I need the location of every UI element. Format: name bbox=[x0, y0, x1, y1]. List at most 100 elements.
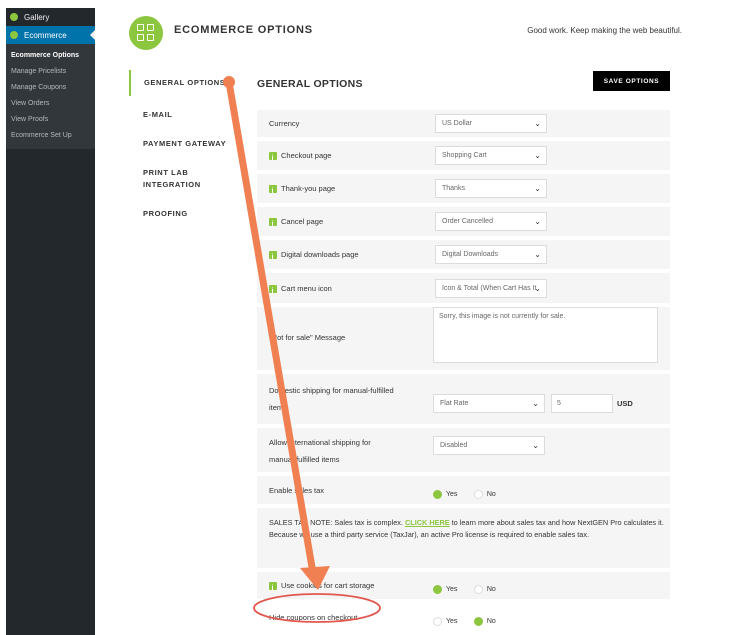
tab-print-lab[interactable]: PRINT LAB INTEGRATION bbox=[129, 167, 239, 191]
sales-tax-no-label: No bbox=[486, 491, 496, 498]
checkout-page-label: Checkout page bbox=[269, 147, 332, 168]
setting-row-cart-icon: Cart menu icon Icon & Total (When Cart H… bbox=[257, 273, 670, 305]
submenu-view-orders[interactable]: View Orders bbox=[6, 96, 95, 112]
thankyou-page-select[interactable]: Thanks ⌄ bbox=[435, 179, 547, 198]
ecommerce-icon bbox=[10, 31, 18, 39]
sales-tax-note-row: SALES TAX NOTE: Sales tax is complex. CL… bbox=[257, 508, 670, 570]
domestic-shipping-label-line1: Domestic shipping for manual-fulfilled bbox=[269, 386, 394, 395]
intl-shipping-label: Allow international shipping for manual-… bbox=[269, 434, 371, 468]
sales-tax-yes-label: Yes bbox=[446, 491, 458, 498]
info-icon[interactable] bbox=[269, 150, 277, 168]
sales-tax-label: Enable sales tax bbox=[269, 486, 325, 495]
currency-label: Currency bbox=[269, 119, 300, 128]
submenu-view-proofs[interactable]: View Proofs bbox=[6, 112, 95, 128]
info-icon[interactable] bbox=[269, 183, 277, 201]
cart-icon-select[interactable]: Icon & Total (When Cart Has It ⌄ bbox=[435, 279, 547, 298]
nextgen-logo-icon bbox=[129, 16, 163, 50]
tab-proofing[interactable]: PROOFING bbox=[129, 208, 239, 220]
checkout-page-select[interactable]: Shopping Cart ⌄ bbox=[435, 146, 547, 165]
setting-row-currency: Currency US Dollar ⌄ bbox=[257, 110, 670, 139]
chevron-down-icon: ⌄ bbox=[534, 284, 541, 293]
checkout-page-select-value: Shopping Cart bbox=[442, 152, 487, 159]
sales-tax-click-here-link[interactable]: CLICK HERE bbox=[405, 518, 450, 527]
info-icon[interactable] bbox=[269, 283, 277, 301]
hide-coupons-no-radio[interactable]: No bbox=[473, 617, 496, 626]
options-page: ECOMMERCE OPTIONS Good work. Keep making… bbox=[107, 8, 712, 635]
page-header: ECOMMERCE OPTIONS Good work. Keep making… bbox=[107, 8, 712, 58]
menu-item-ecommerce-label: Ecommerce bbox=[24, 30, 67, 40]
tab-print-lab-line1: PRINT LAB bbox=[143, 168, 189, 177]
cancel-page-label-text: Cancel page bbox=[281, 217, 324, 226]
intl-shipping-label-line1: Allow international shipping for bbox=[269, 438, 371, 447]
sales-tax-note-text-start: SALES TAX NOTE: Sales tax is complex. bbox=[269, 518, 405, 527]
setting-row-cancel-page: Cancel page Order Cancelled ⌄ bbox=[257, 207, 670, 238]
gallery-icon bbox=[10, 13, 18, 21]
menu-item-gallery-label: Gallery bbox=[24, 12, 50, 22]
submenu-manage-pricelists[interactable]: Manage Pricelists bbox=[6, 64, 95, 80]
hide-coupons-yes-radio[interactable]: Yes bbox=[433, 617, 457, 626]
menu-item-gallery[interactable]: Gallery bbox=[6, 8, 95, 26]
setting-row-sales-tax: Enable sales tax Yes No bbox=[257, 476, 670, 506]
thankyou-page-label: Thank-you page bbox=[269, 180, 336, 201]
cookies-yes-label: Yes bbox=[446, 586, 458, 593]
tab-email[interactable]: E-MAIL bbox=[129, 109, 239, 121]
info-icon[interactable] bbox=[269, 249, 277, 267]
sales-tax-note: SALES TAX NOTE: Sales tax is complex. CL… bbox=[269, 517, 664, 541]
domestic-shipping-label-line2: items bbox=[269, 403, 287, 412]
menu-item-ecommerce[interactable]: Ecommerce bbox=[6, 26, 95, 44]
sales-tax-yes-radio[interactable]: Yes bbox=[433, 490, 457, 499]
intl-shipping-select[interactable]: Disabled ⌄ bbox=[433, 436, 545, 455]
section-title: GENERAL OPTIONS bbox=[257, 78, 363, 90]
not-for-sale-textarea[interactable]: Sorry, this image is not currently for s… bbox=[433, 307, 658, 363]
cookies-no-label: No bbox=[486, 586, 496, 593]
domestic-shipping-label: Domestic shipping for manual-fulfilled i… bbox=[269, 382, 394, 416]
cookies-yes-radio[interactable]: Yes bbox=[433, 585, 457, 594]
ecommerce-submenu: Ecommerce Options Manage Pricelists Mana… bbox=[6, 44, 95, 150]
downloads-page-label-text: Digital downloads page bbox=[281, 250, 359, 259]
downloads-page-select[interactable]: Digital Downloads ⌄ bbox=[435, 245, 547, 264]
radio-selected-icon bbox=[433, 490, 442, 499]
tab-general-options[interactable]: GENERAL OPTIONS bbox=[129, 70, 239, 96]
radio-selected-icon bbox=[473, 617, 483, 626]
cancel-page-select[interactable]: Order Cancelled ⌄ bbox=[435, 212, 547, 231]
radio-selected-icon bbox=[433, 585, 442, 594]
tab-payment-gateway[interactable]: PAYMENT GATEWAY bbox=[129, 138, 239, 150]
chevron-down-icon: ⌄ bbox=[534, 119, 541, 128]
setting-row-not-for-sale: "Not for sale" Message Sorry, this image… bbox=[257, 307, 670, 372]
submenu-manage-coupons[interactable]: Manage Coupons bbox=[6, 80, 95, 96]
radio-unselected-icon bbox=[473, 490, 483, 499]
currency-select[interactable]: US Dollar ⌄ bbox=[435, 114, 547, 133]
screenshot-frame: Gallery Ecommerce Ecommerce Options Mana… bbox=[0, 0, 749, 635]
currency-select-value: US Dollar bbox=[442, 120, 472, 127]
info-icon[interactable] bbox=[269, 580, 277, 598]
setting-row-thankyou-page: Thank-you page Thanks ⌄ bbox=[257, 174, 670, 205]
domestic-shipping-amount-input[interactable]: 5 bbox=[551, 394, 613, 413]
radio-unselected-icon bbox=[433, 617, 442, 626]
save-options-button[interactable]: SAVE OPTIONS bbox=[593, 71, 670, 91]
thankyou-page-label-text: Thank-you page bbox=[281, 184, 336, 193]
sales-tax-no-radio[interactable]: No bbox=[473, 490, 496, 499]
downloads-page-label: Digital downloads page bbox=[269, 246, 359, 267]
chevron-down-icon: ⌄ bbox=[534, 184, 541, 193]
logo-square bbox=[147, 24, 154, 31]
checkout-page-label-text: Checkout page bbox=[281, 151, 332, 160]
setting-row-checkout-page: Checkout page Shopping Cart ⌄ bbox=[257, 141, 670, 172]
page-title: ECOMMERCE OPTIONS bbox=[174, 24, 313, 36]
downloads-page-select-value: Digital Downloads bbox=[442, 251, 499, 258]
cookies-no-radio[interactable]: No bbox=[473, 585, 496, 594]
chevron-down-icon: ⌄ bbox=[534, 217, 541, 226]
cookies-label: Use cookies for cart storage bbox=[269, 577, 374, 598]
hide-coupons-no-label: No bbox=[486, 618, 496, 625]
domestic-shipping-method-value: Flat Rate bbox=[440, 400, 469, 407]
domestic-shipping-method-select[interactable]: Flat Rate ⌄ bbox=[433, 394, 545, 413]
hide-coupons-label: Hide coupons on checkout bbox=[269, 613, 358, 622]
setting-row-cookies: Use cookies for cart storage Yes No bbox=[257, 572, 670, 601]
cancel-page-select-value: Order Cancelled bbox=[442, 218, 493, 225]
logo-square bbox=[137, 34, 144, 41]
cart-icon-label-text: Cart menu icon bbox=[281, 284, 332, 293]
cart-icon-label: Cart menu icon bbox=[269, 280, 332, 301]
info-icon[interactable] bbox=[269, 216, 277, 234]
submenu-ecommerce-options[interactable]: Ecommerce Options bbox=[6, 48, 95, 64]
setting-row-downloads-page: Digital downloads page Digital Downloads… bbox=[257, 240, 670, 271]
submenu-ecommerce-setup[interactable]: Ecommerce Set Up bbox=[6, 128, 95, 144]
